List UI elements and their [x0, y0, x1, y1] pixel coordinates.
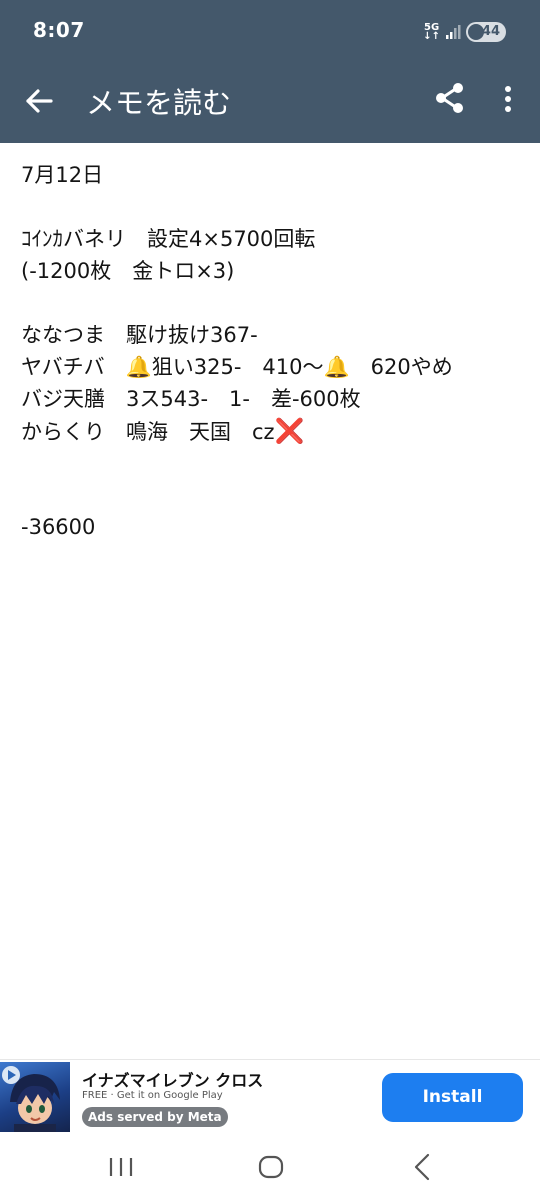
memo-line-total: -36600 — [21, 515, 96, 539]
back-icon[interactable] — [412, 1153, 432, 1181]
memo-line: ななつま 駆け抜け367- — [21, 323, 258, 347]
memo-text: ヤバチバ — [21, 355, 126, 379]
recents-icon[interactable] — [108, 1157, 134, 1177]
page-title: メモを読む — [86, 86, 232, 120]
share-icon — [436, 83, 463, 113]
status-bar: 8:07 5G ↓↑ 44 — [0, 0, 540, 56]
install-button[interactable]: Install — [382, 1073, 523, 1122]
ad-disclosure-badge[interactable]: Ads served by Meta — [82, 1107, 228, 1127]
memo-blank-line — [21, 479, 526, 511]
more-options-button[interactable] — [496, 82, 520, 118]
back-arrow-icon — [26, 89, 53, 113]
cross-mark-icon: ❌ — [274, 417, 305, 445]
more-vert-icon — [505, 86, 511, 112]
header: 8:07 5G ↓↑ 44 メモを読む — [0, 0, 540, 143]
battery-icon: 44 — [466, 22, 506, 42]
bell-icon: 🔔 — [323, 355, 350, 379]
app-bar: メモを読む — [0, 56, 540, 143]
bell-icon: 🔔 — [125, 355, 152, 379]
memo-text: 620やめ — [349, 355, 453, 379]
memo-blank-line — [21, 287, 526, 319]
memo-text: 狙い325- 410～ — [151, 355, 324, 379]
ad-subtitle: FREE · Get it on Google Play — [82, 1090, 223, 1101]
signal-icon — [445, 24, 461, 40]
game-character-image — [10, 1074, 60, 1132]
memo-line: ヤバチバ 🔔狙い325- 410～🔔 620やめ — [21, 351, 526, 383]
memo-text: からくり 鳴海 天国 cz — [21, 420, 275, 444]
home-icon[interactable] — [258, 1155, 284, 1179]
share-button[interactable] — [432, 80, 468, 116]
system-nav-bar — [0, 1133, 540, 1200]
memo-blank-line — [21, 191, 526, 223]
ad-title[interactable]: イナズマイレブン クロス — [82, 1067, 263, 1091]
network-activity-arrows: ↓↑ — [423, 31, 440, 42]
memo-line-date: 7月12日 — [21, 163, 104, 187]
back-arrow-button[interactable] — [20, 82, 58, 120]
status-time: 8:07 — [33, 18, 85, 42]
ad-banner[interactable]: イナズマイレブン クロス FREE · Get it on Google Pla… — [0, 1059, 540, 1134]
network-type: 5G ↓↑ — [423, 23, 440, 42]
memo-blank-line — [21, 447, 526, 479]
memo-line: (-1200枚 金トロ×3) — [21, 259, 235, 283]
memo-line: バジ天膳 3ス543- 1- 差-600枚 — [21, 387, 361, 411]
memo-body[interactable]: 7月12日 ｺｲﾝｶバネリ 設定4×5700回転 (-1200枚 金トロ×3) … — [21, 159, 526, 543]
status-icons: 5G ↓↑ 44 — [423, 21, 506, 43]
battery-charging-icon — [468, 24, 484, 40]
memo-line: からくり 鳴海 天国 cz❌ — [21, 415, 526, 447]
battery-level: 44 — [481, 24, 500, 39]
ad-thumbnail[interactable] — [0, 1062, 70, 1132]
memo-line: ｺｲﾝｶバネリ 設定4×5700回転 — [21, 227, 316, 251]
